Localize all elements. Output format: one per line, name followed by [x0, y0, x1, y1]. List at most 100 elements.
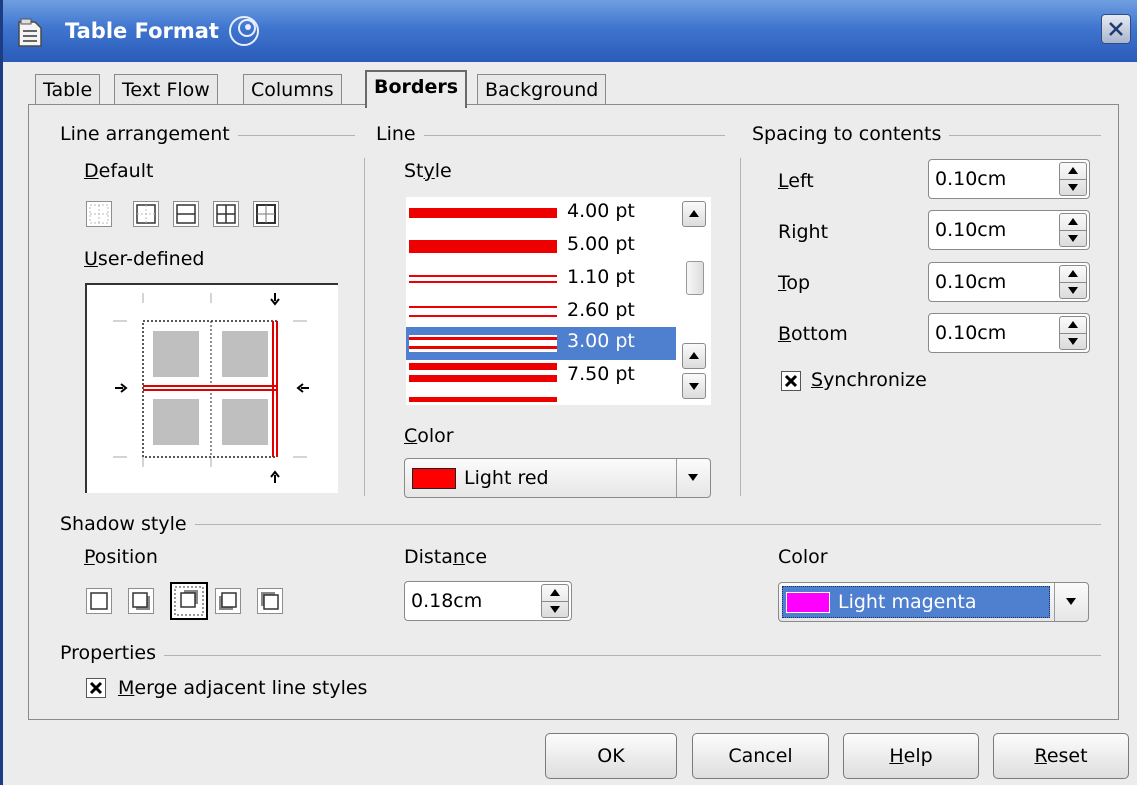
style-option-5-00[interactable]: 5.00 pt [406, 230, 676, 263]
close-button[interactable] [1101, 14, 1131, 44]
style-option-3-00[interactable]: 3.00 pt [406, 327, 676, 360]
arrow-down-icon [1068, 184, 1078, 191]
spacing-right-stepper[interactable] [1059, 213, 1087, 247]
preset-outer-horizontal[interactable] [173, 201, 199, 227]
border-none-icon [89, 204, 109, 224]
shadow-top-left-icon [261, 592, 279, 610]
spacing-bottom-stepper[interactable] [1059, 316, 1087, 350]
line-color-dropdown[interactable]: Light red [404, 458, 711, 498]
synchronize-label[interactable]: Synchronize [811, 369, 927, 391]
list-scroll-down-button[interactable] [682, 373, 706, 399]
shadow-top-left-option[interactable] [257, 588, 283, 614]
arrow-up-icon [1068, 218, 1078, 225]
tab-table[interactable]: Table [35, 74, 101, 106]
shadow-distance-input[interactable]: 0.18cm [404, 581, 572, 621]
properties-title: Properties [60, 642, 165, 664]
line-color-dropdown-button[interactable] [676, 459, 710, 497]
list-scroll-up-button-lower[interactable] [682, 343, 706, 369]
preset-outer-border[interactable] [133, 201, 159, 227]
border-outer-inner-icon [256, 204, 276, 224]
border-outer-horizontal-icon [176, 204, 196, 224]
default-label: Default [84, 160, 154, 182]
spacing-left-value: 0.10cm [935, 168, 1007, 190]
cancel-button[interactable]: Cancel [692, 733, 829, 779]
window-title: Table Format [65, 19, 219, 43]
spiral-logo-icon [229, 16, 259, 46]
document-icon [18, 18, 42, 47]
line-color-swatch [412, 468, 456, 489]
spacing-left-input[interactable]: 0.10cm [928, 159, 1090, 199]
preset-outer-all-inner[interactable] [213, 201, 239, 227]
shadow-top-right-icon [174, 586, 204, 616]
line-style-list[interactable]: 4.00 pt 5.00 pt 1.10 pt 2.60 pt 3.00 pt … [406, 197, 711, 405]
line-sample [409, 346, 557, 349]
arrow-up-icon [1068, 167, 1078, 174]
arrow-up-icon [689, 352, 699, 359]
spacing-top-input[interactable]: 0.10cm [928, 262, 1090, 302]
spacing-bottom-value: 0.10cm [935, 322, 1007, 344]
spacing-right-input[interactable]: 0.10cm [928, 210, 1090, 250]
shadow-color-dropdown[interactable]: Light magenta [778, 582, 1089, 622]
user-defined-preview[interactable] [85, 283, 338, 493]
shadow-bottom-left-option[interactable] [215, 588, 241, 614]
list-scroll-thumb[interactable] [686, 261, 704, 295]
spacing-left-stepper[interactable] [1059, 162, 1087, 196]
style-option-1-10[interactable]: 1.10 pt [406, 263, 676, 296]
arrow-down-icon [689, 383, 699, 390]
line-color-value: Light red [464, 467, 549, 489]
title-bar[interactable]: Table Format [3, 0, 1137, 62]
line-color-label: Color [404, 425, 454, 447]
line-sample [409, 240, 557, 253]
shadow-bottom-left-icon [219, 592, 237, 610]
border-preview-canvas[interactable] [87, 285, 338, 493]
merge-line-styles-label[interactable]: Merge adjacent line styles [118, 677, 367, 699]
style-option-7-50[interactable]: 7.50 pt [406, 360, 676, 393]
dialog-window: Table Format Table Text Flow Columns Bor… [0, 0, 1137, 785]
arrow-down-icon [1068, 287, 1078, 294]
tab-background[interactable]: Background [477, 74, 607, 106]
line-sample [409, 281, 557, 283]
spacing-bottom-input[interactable]: 0.10cm [928, 313, 1090, 353]
spacing-top-stepper[interactable] [1059, 265, 1087, 299]
ok-button[interactable]: OK [545, 733, 677, 779]
checkmark-x-icon [89, 681, 103, 695]
style-option-value: 5.00 pt [567, 233, 635, 255]
style-option-partial[interactable] [406, 393, 676, 405]
chevron-down-icon [688, 474, 698, 481]
shadow-bottom-right-option[interactable] [128, 588, 154, 614]
list-scroll-up-button[interactable] [682, 201, 706, 227]
line-group-title: Line [376, 123, 424, 145]
line-sample [409, 337, 557, 340]
border-all-icon [216, 204, 236, 224]
shadow-distance-stepper[interactable] [541, 584, 569, 618]
preset-outer-inner-thin[interactable] [253, 201, 279, 227]
shadow-color-dropdown-button[interactable] [1054, 583, 1088, 621]
shadow-divider [63, 524, 1101, 525]
reset-button[interactable]: Reset [993, 733, 1129, 779]
synchronize-checkbox[interactable] [781, 371, 801, 391]
merge-line-styles-checkbox[interactable] [86, 678, 106, 698]
spacing-group-separator [740, 158, 741, 496]
shadow-none-option[interactable] [86, 588, 112, 614]
shadow-bottom-right-icon [132, 592, 150, 610]
style-label: Style [404, 160, 452, 182]
close-icon [1109, 22, 1123, 36]
shadow-top-right-option[interactable] [170, 582, 208, 620]
tab-columns[interactable]: Columns [243, 74, 342, 106]
line-group-divider [379, 135, 725, 136]
line-sample [409, 208, 557, 218]
style-option-value: 1.10 pt [567, 266, 635, 288]
line-sample [409, 315, 557, 317]
spacing-bottom-label: Bottom [778, 323, 848, 345]
style-option-2-60[interactable]: 2.60 pt [406, 296, 676, 329]
preset-no-borders[interactable] [86, 201, 112, 227]
shadow-color-value: Light magenta [838, 591, 977, 613]
help-button[interactable]: Help [843, 733, 979, 779]
spacing-top-label: Top [778, 272, 811, 294]
tab-text-flow[interactable]: Text Flow [114, 74, 218, 106]
line-group-separator [364, 158, 365, 496]
style-option-4-00[interactable]: 4.00 pt [406, 197, 676, 230]
shadow-color-label: Color [778, 546, 828, 568]
tab-borders[interactable]: Borders [365, 70, 468, 108]
user-defined-label: User-defined [84, 248, 205, 270]
